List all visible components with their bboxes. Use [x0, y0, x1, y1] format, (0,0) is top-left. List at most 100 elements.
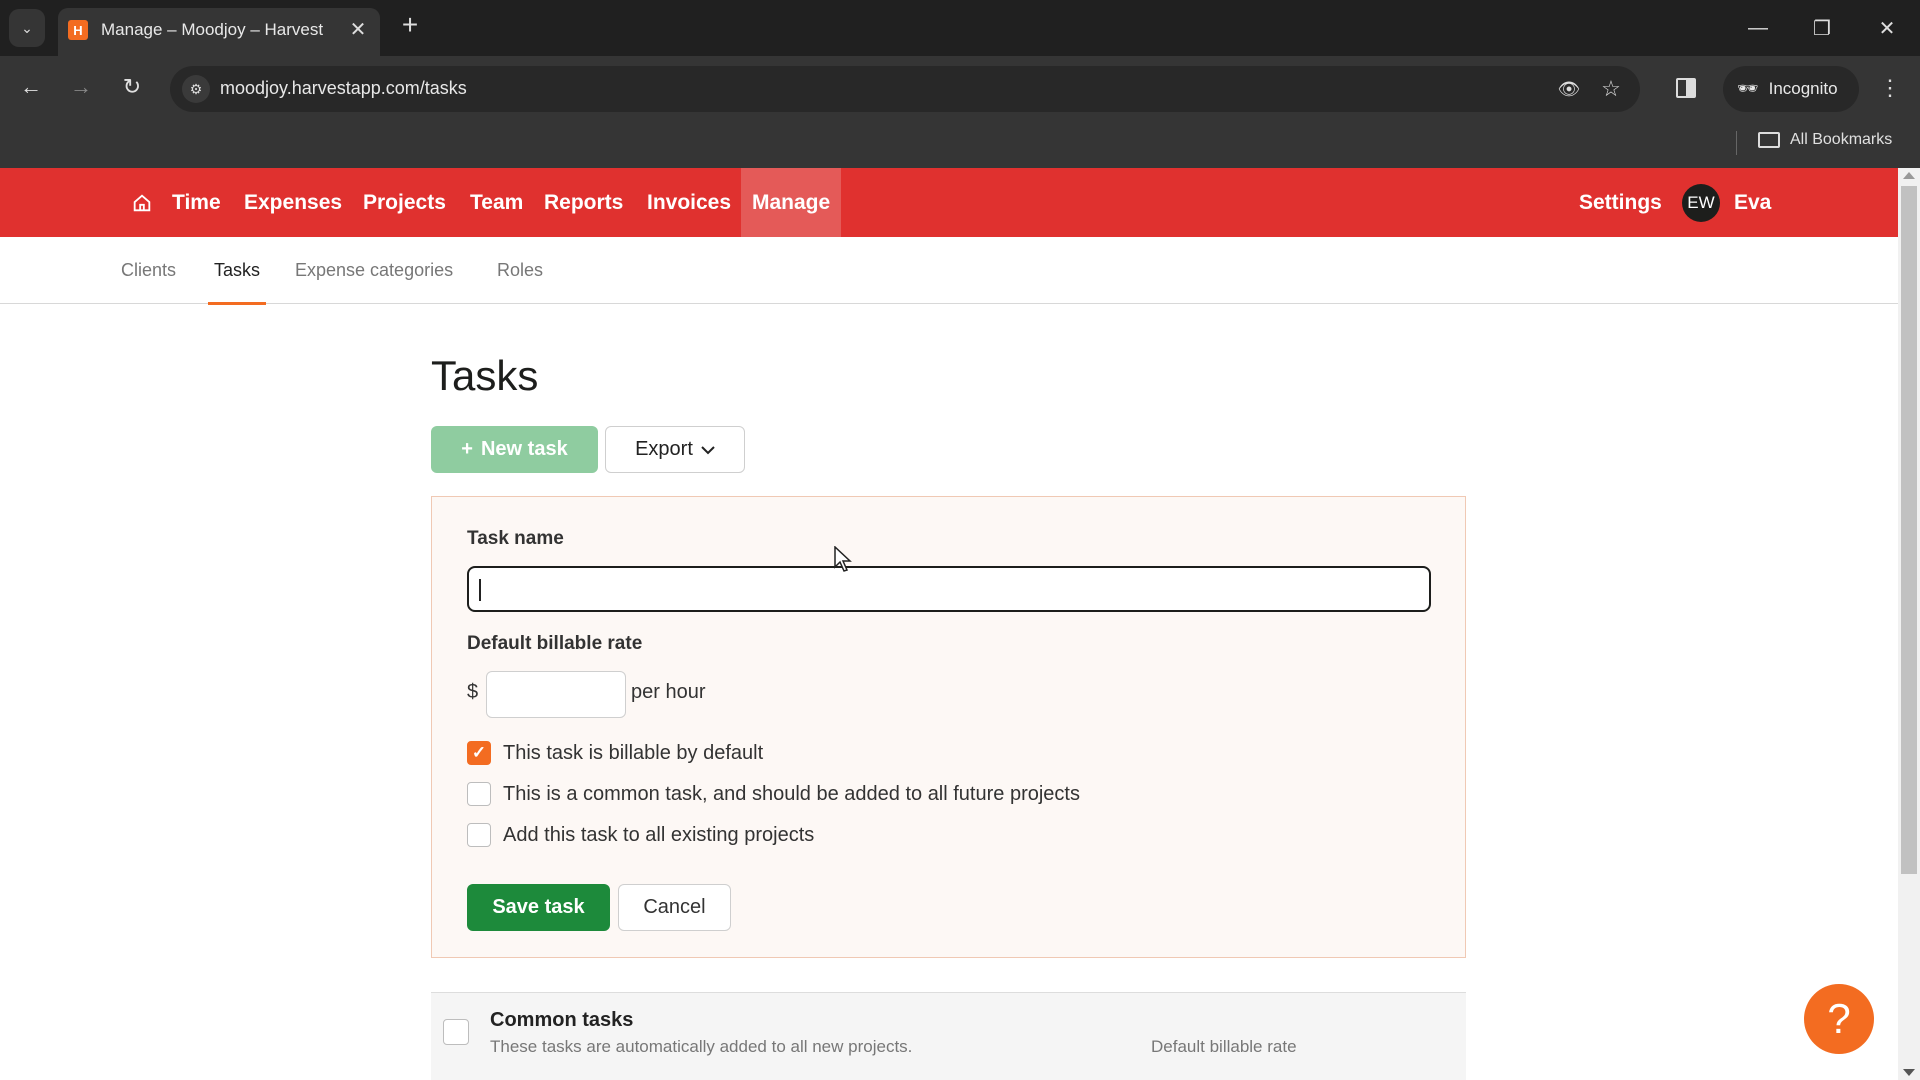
- all-bookmarks-label: All Bookmarks: [1790, 131, 1893, 148]
- export-label: Export: [635, 438, 693, 460]
- incognito-profile-button[interactable]: 🕶 Incognito: [1723, 66, 1859, 112]
- subnav-roles[interactable]: Roles: [497, 237, 543, 304]
- new-task-button[interactable]: + New task: [431, 426, 598, 473]
- help-button[interactable]: ?: [1804, 984, 1874, 1054]
- existing-projects-checkbox-label: Add this task to all existing projects: [503, 823, 815, 846]
- scroll-up-arrow-icon[interactable]: [1903, 172, 1915, 179]
- page-viewport: Time Expenses Projects Team Reports Invo…: [0, 168, 1920, 1080]
- plus-icon: +: [461, 438, 473, 460]
- page-scrollbar[interactable]: [1898, 168, 1920, 1080]
- site-info-button[interactable]: ⚙: [182, 75, 210, 103]
- all-bookmarks-button[interactable]: All Bookmarks: [1758, 131, 1892, 149]
- more-vertical-icon: ⋮: [1879, 75, 1901, 100]
- common-tasks-select-all-checkbox[interactable]: [443, 1019, 469, 1045]
- nav-expenses[interactable]: Expenses: [233, 168, 353, 237]
- common-tasks-header: Common tasks These tasks are automatical…: [431, 992, 1466, 1080]
- close-icon: ✕: [349, 18, 367, 41]
- arrow-left-icon: ←: [20, 74, 42, 99]
- nav-manage[interactable]: Manage: [741, 168, 842, 237]
- close-icon: ✕: [1878, 17, 1896, 40]
- plus-icon: +: [401, 9, 419, 40]
- new-task-label: New task: [480, 438, 568, 460]
- chevron-down-icon: [701, 445, 715, 454]
- new-tab-button[interactable]: +: [396, 9, 424, 40]
- eye-off-icon: 👁: [1557, 78, 1581, 99]
- save-task-button[interactable]: Save task: [467, 884, 610, 931]
- subnav-clients[interactable]: Clients: [121, 237, 176, 304]
- existing-projects-checkbox-row[interactable]: Add this task to all existing projects: [467, 823, 814, 847]
- nav-time[interactable]: Time: [161, 168, 232, 237]
- currency-symbol: $: [467, 681, 479, 703]
- subnav-expense-categories[interactable]: Expense categories: [295, 237, 453, 304]
- common-task-checkbox-label: This is a common task, and should be add…: [503, 782, 1080, 805]
- bookmarks-divider: [1736, 131, 1737, 155]
- text-caret: [479, 579, 481, 601]
- url-text[interactable]: moodjoy.harvestapp.com/tasks: [220, 78, 467, 99]
- question-mark-icon: ?: [1827, 995, 1851, 1042]
- incognito-icon: 🕶: [1737, 79, 1759, 98]
- restore-icon: ❐: [1813, 17, 1831, 40]
- tab-search-button[interactable]: ⌄: [9, 9, 45, 47]
- home-icon: [133, 193, 151, 211]
- close-tab-button[interactable]: ✕: [346, 17, 370, 41]
- billable-rate-input[interactable]: [486, 671, 626, 718]
- default-rate-column-header: Default billable rate: [1151, 1037, 1297, 1056]
- folder-icon: [1758, 132, 1780, 148]
- reload-icon: ↻: [122, 74, 142, 99]
- chevron-down-icon: ⌄: [21, 19, 33, 36]
- billable-checkbox-row[interactable]: ✓ This task is billable by default: [467, 741, 763, 765]
- incognito-label: Incognito: [1768, 79, 1838, 98]
- home-button[interactable]: [124, 168, 160, 237]
- nav-reports[interactable]: Reports: [533, 168, 634, 237]
- common-task-checkbox-row[interactable]: This is a common task, and should be add…: [467, 782, 1080, 806]
- avatar: EW: [1682, 183, 1720, 222]
- restore-button[interactable]: ❐: [1802, 12, 1842, 44]
- sub-nav: Clients Tasks Expense categories Roles: [0, 237, 1898, 305]
- tune-icon: ⚙: [189, 80, 203, 97]
- browser-menu-button[interactable]: ⋮: [1879, 72, 1901, 104]
- tab-title: Manage – Moodjoy – Harvest: [101, 20, 324, 39]
- browser-toolbar: ← → ↻ ⚙ moodjoy.harvestapp.com/tasks 👁 ☆…: [0, 56, 1920, 121]
- nav-invoices[interactable]: Invoices: [636, 168, 742, 237]
- common-task-checkbox[interactable]: [467, 782, 491, 806]
- minimize-button[interactable]: —: [1738, 12, 1778, 44]
- common-tasks-title: Common tasks: [490, 1009, 634, 1031]
- harvest-favicon-icon: H: [68, 20, 88, 40]
- common-tasks-description: These tasks are automatically added to a…: [490, 1037, 913, 1056]
- user-name: Eva: [1734, 190, 1772, 214]
- subnav-tasks[interactable]: Tasks: [207, 237, 267, 305]
- main-nav: Time Expenses Projects Team Reports Invo…: [0, 168, 1898, 237]
- bookmarks-bar: All Bookmarks: [0, 121, 1920, 168]
- scrollbar-thumb[interactable]: [1901, 186, 1917, 874]
- star-icon: ☆: [1601, 76, 1621, 101]
- billable-checkbox[interactable]: ✓: [467, 741, 491, 765]
- task-name-input[interactable]: [467, 566, 1431, 612]
- side-panel-icon[interactable]: [1676, 78, 1696, 98]
- bookmark-star-button[interactable]: ☆: [1598, 76, 1624, 102]
- browser-tab[interactable]: H Manage – Moodjoy – Harvest ✕: [58, 8, 380, 56]
- rate-suffix: per hour: [631, 681, 706, 703]
- cancel-button[interactable]: Cancel: [618, 884, 731, 931]
- existing-projects-checkbox[interactable]: [467, 823, 491, 847]
- close-window-button[interactable]: ✕: [1867, 12, 1907, 44]
- browser-tab-strip: ⌄ H Manage – Moodjoy – Harvest ✕ + — ❐ ✕: [0, 0, 1920, 56]
- export-button[interactable]: Export: [605, 426, 745, 473]
- tracking-protection-button[interactable]: 👁: [1556, 76, 1582, 102]
- new-task-form: Task name Default billable rate $ per ho…: [431, 496, 1466, 958]
- reload-button[interactable]: ↻: [115, 70, 149, 104]
- task-name-label: Task name: [467, 528, 564, 549]
- nav-settings[interactable]: Settings: [1568, 168, 1673, 237]
- arrow-right-icon: →: [70, 74, 92, 99]
- page-title: Tasks: [431, 352, 539, 399]
- user-menu[interactable]: EW Eva: [1682, 168, 1771, 237]
- minimize-icon: —: [1748, 16, 1768, 39]
- billable-checkbox-label: This task is billable by default: [503, 741, 764, 764]
- back-button[interactable]: ←: [14, 70, 48, 104]
- check-icon: ✓: [471, 743, 487, 762]
- mouse-cursor-icon: [834, 546, 852, 572]
- nav-team[interactable]: Team: [459, 168, 534, 237]
- address-bar[interactable]: ⚙ moodjoy.harvestapp.com/tasks 👁 ☆: [170, 66, 1640, 112]
- scroll-down-arrow-icon[interactable]: [1903, 1069, 1915, 1076]
- nav-projects[interactable]: Projects: [352, 168, 457, 237]
- forward-button[interactable]: →: [64, 70, 98, 104]
